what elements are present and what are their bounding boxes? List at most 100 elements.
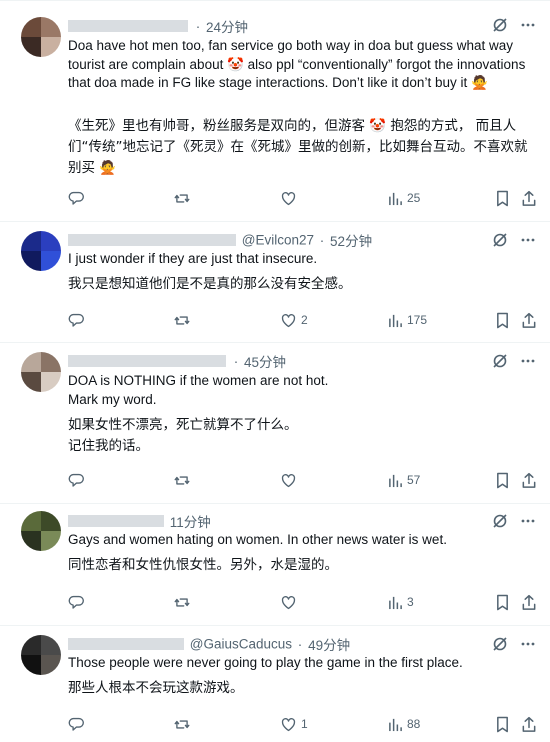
bookmark-button[interactable] [495, 188, 510, 208]
share-button[interactable] [521, 714, 537, 734]
like-button[interactable]: 2 [280, 310, 308, 330]
retweet-button[interactable] [173, 188, 191, 208]
more-icon[interactable] [520, 17, 536, 33]
avatar[interactable] [21, 511, 61, 551]
bookmark-button[interactable] [495, 592, 510, 612]
more-icon[interactable] [520, 513, 536, 529]
share-icon [522, 312, 536, 328]
retweet-button[interactable] [173, 714, 191, 734]
retweet-button[interactable] [173, 592, 191, 612]
tweet-actions: 1 88 [68, 714, 538, 734]
timestamp[interactable]: 52分钟 [330, 234, 372, 249]
separator-dot: · [297, 636, 303, 652]
more-icon[interactable] [520, 353, 536, 369]
retweet-button[interactable] [173, 310, 191, 330]
tweet-actions: 57 [68, 470, 538, 490]
tweet-translation: 如果女性不漂亮，死亡就算不了什么。 记住我的话。 [68, 417, 298, 454]
grok-icon[interactable] [492, 17, 508, 33]
bookmark-icon [497, 716, 508, 732]
avatar[interactable] [21, 352, 61, 392]
avatar[interactable] [21, 635, 61, 675]
timestamp[interactable]: 49分钟 [308, 638, 350, 653]
reply-icon [68, 473, 84, 487]
blurred-username [68, 515, 164, 527]
share-button[interactable] [521, 188, 537, 208]
bookmark-button[interactable] [495, 470, 510, 490]
like-count: 2 [301, 313, 308, 327]
separator-dot: · [319, 232, 325, 248]
retweet-button[interactable] [173, 470, 191, 490]
tweet-translation: 同性恋者和女性仇恨女性。另外，水是湿的。 [68, 557, 338, 573]
reply-icon [68, 595, 84, 609]
share-icon [522, 190, 536, 206]
tweet-4[interactable]: 11分钟 Gays and women hating on women. In … [0, 504, 550, 626]
like-button[interactable] [280, 592, 301, 612]
user-handle[interactable]: @Evilcon27 [242, 233, 314, 248]
avatar[interactable] [21, 17, 61, 57]
like-button[interactable]: 1 [280, 714, 308, 734]
user-handle[interactable]: @GaiusCaducus [190, 637, 292, 652]
tweet-5[interactable]: @GaiusCaducus · 49分钟 Those people were n… [0, 626, 550, 742]
views-icon [389, 474, 402, 487]
more-icon[interactable] [520, 636, 536, 652]
share-icon [522, 716, 536, 732]
bookmark-button[interactable] [495, 310, 510, 330]
grok-icon[interactable] [492, 513, 508, 529]
views-icon [389, 718, 402, 731]
views-icon [389, 314, 402, 327]
more-icon[interactable] [520, 232, 536, 248]
views-button[interactable]: 25 [388, 188, 420, 208]
share-button[interactable] [521, 592, 537, 612]
views-button[interactable]: 88 [388, 714, 420, 734]
like-button[interactable] [280, 470, 301, 490]
tweet-1[interactable]: · 24分钟 Doa have hot men too, fan service… [0, 0, 550, 222]
tweet-2[interactable]: @Evilcon27 · 52分钟 I just wonder if they … [0, 222, 550, 343]
share-button[interactable] [521, 470, 537, 490]
tweet-translation: 我只是想知道他们是不是真的那么没有安全感。 [68, 276, 352, 292]
tweet-header: @GaiusCaducus · 49分钟 [68, 634, 350, 653]
bookmark-icon [497, 190, 508, 206]
tweet-text: Doa have hot men too, fan service go bot… [68, 38, 526, 90]
timestamp[interactable]: 45分钟 [244, 355, 286, 370]
tweet-translation: 《生死》里也有帅哥，粉丝服务是双向的，但游客 🤡 抱怨的方式， 而且人们“传统”… [68, 118, 528, 176]
grok-icon[interactable] [492, 232, 508, 248]
view-count: 25 [407, 191, 421, 205]
bookmark-icon [497, 472, 508, 488]
views-button[interactable]: 3 [388, 592, 414, 612]
timestamp[interactable]: 24分钟 [206, 20, 248, 35]
views-button[interactable]: 175 [388, 310, 427, 330]
share-button[interactable] [521, 310, 537, 330]
retweet-icon [174, 719, 190, 729]
heart-icon [281, 595, 296, 609]
tweet-actions: 3 [68, 592, 538, 612]
tweet-header: · 45分钟 [68, 351, 286, 370]
bookmark-icon [497, 312, 508, 328]
timestamp[interactable]: 11分钟 [170, 515, 211, 530]
reply-button[interactable] [68, 592, 85, 612]
grok-icon[interactable] [492, 636, 508, 652]
blurred-username [68, 638, 184, 650]
reply-button[interactable] [68, 310, 85, 330]
share-icon [522, 594, 536, 610]
views-icon [389, 192, 402, 205]
retweet-icon [174, 475, 190, 485]
retweet-icon [174, 193, 190, 203]
reply-icon [68, 191, 84, 205]
tweet-3[interactable]: · 45分钟 DOA is NOTHING if the women are n… [0, 343, 550, 504]
tweet-header: 11分钟 [68, 511, 211, 530]
views-button[interactable]: 57 [388, 470, 420, 490]
separator-dot: · [233, 353, 239, 369]
heart-icon [281, 473, 296, 487]
reply-button[interactable] [68, 470, 85, 490]
heart-icon [281, 313, 296, 327]
tweet-actions: 25 [68, 188, 538, 208]
grok-icon[interactable] [492, 353, 508, 369]
view-count: 57 [407, 473, 421, 487]
reply-button[interactable] [68, 188, 85, 208]
bookmark-button[interactable] [495, 714, 510, 734]
avatar[interactable] [21, 231, 61, 271]
reply-button[interactable] [68, 714, 85, 734]
tweet-text: Those people were never going to play th… [68, 655, 463, 670]
tweet-header: · 24分钟 [68, 16, 248, 35]
like-button[interactable] [280, 188, 301, 208]
